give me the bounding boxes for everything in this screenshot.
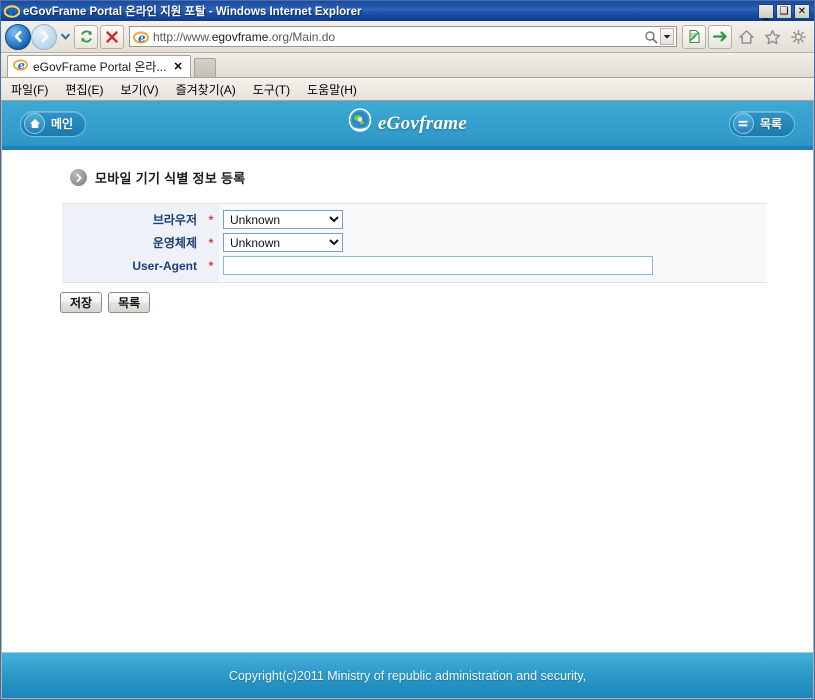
stop-icon [106, 30, 118, 43]
browser-label: 브라우저 [62, 203, 203, 231]
home-icon [738, 29, 754, 44]
address-search-button[interactable] [642, 30, 660, 44]
chevron-right-circle-icon [70, 169, 87, 186]
tab-close-icon[interactable]: ✕ [171, 60, 184, 73]
url-domain: egovframe [211, 29, 269, 44]
menu-item-help[interactable]: 도움말(H) [307, 81, 357, 98]
minimize-icon: _ [763, 6, 769, 20]
maximize-icon: ❑ [779, 5, 789, 17]
table-row: User-Agent * [62, 254, 767, 283]
url-path: .org/Main.do [268, 29, 336, 44]
os-field-cell: Unknown [219, 231, 767, 254]
window-controls: _ ❑ ✕ [758, 3, 812, 20]
main-button[interactable]: 메인 [20, 110, 87, 137]
history-dropdown-button[interactable] [59, 32, 72, 42]
menu-item-edit[interactable]: 편집(E) [65, 81, 103, 98]
forward-button[interactable] [31, 23, 57, 50]
main-button-label: 메인 [51, 117, 74, 131]
registration-form: 브라우저 * Unknown 운영체제 * Unknown User-Agent… [62, 203, 767, 283]
ie-logo-icon: e [3, 3, 21, 20]
page-favicon-icon: e [133, 29, 149, 45]
user-agent-label: User-Agent [62, 254, 203, 283]
list-button-secondary[interactable]: 목록 [108, 292, 151, 313]
site-footer: Copyright(c)2011 Ministry of republic ad… [2, 652, 813, 698]
new-tab-button[interactable] [193, 58, 216, 77]
home-icon [24, 113, 45, 134]
save-button[interactable]: 저장 [60, 292, 103, 313]
form-actions: 저장 목록 [60, 292, 813, 313]
tab-label: eGovFrame Portal 온라... [33, 60, 167, 74]
page-title-text: 모바일 기기 식별 정보 등록 [95, 171, 246, 186]
url-scheme: http://www. [153, 29, 212, 44]
os-required-marker: * [203, 231, 219, 254]
chevron-down-icon [60, 33, 71, 40]
table-row: 브라우저 * Unknown [62, 203, 767, 232]
svg-text:e: e [138, 31, 146, 45]
window-title: eGovFrame Portal 온라인 지원 포탈 - Windows Int… [23, 6, 362, 18]
tab-favicon-icon: e [13, 57, 28, 77]
maximize-button[interactable]: ❑ [776, 3, 792, 19]
page-content: 모바일 기기 식별 정보 등록 브라우저 * Unknown 운영체제 * Un… [2, 150, 813, 652]
home-button[interactable] [734, 25, 758, 49]
menu-item-view[interactable]: 보기(V) [120, 81, 158, 98]
user-agent-required-marker: * [203, 254, 219, 283]
browser-tab[interactable]: e eGovFrame Portal 온라... ✕ [7, 55, 191, 77]
refresh-button[interactable] [74, 24, 98, 49]
site-logo: eGovframe [333, 108, 483, 139]
page-viewport: 메인 eGovframe 목록 모바일 기기 식별 정보 등록 브라우저 * U… [1, 101, 814, 699]
site-logo-text: eGovframe [377, 112, 468, 134]
menu-lines-icon [732, 113, 754, 134]
copyright-text: Copyright(c)2011 Ministry of republic ad… [228, 668, 587, 683]
browser-select[interactable]: Unknown [223, 210, 343, 229]
gear-icon [790, 29, 806, 44]
close-icon: ✕ [797, 5, 807, 17]
site-header: 메인 eGovframe 목록 [2, 101, 813, 150]
user-agent-field-cell [219, 254, 767, 283]
page-title: 모바일 기기 식별 정보 등록 [70, 168, 813, 187]
browser-window: e eGovFrame Portal 온라인 지원 포탈 - Windows I… [0, 0, 815, 700]
menu-bar: 파일(F) 편집(E) 보기(V) 즐겨찾기(A) 도구(T) 도움말(H) [1, 78, 814, 101]
compatibility-view-button[interactable] [682, 24, 706, 49]
os-select[interactable]: Unknown [223, 233, 343, 252]
list-button[interactable]: 목록 [728, 110, 795, 137]
list-button-label: 목록 [759, 117, 782, 131]
go-arrow-icon [712, 31, 727, 42]
address-bar-text: http://www.egovframe.org/Main.do [153, 30, 642, 44]
os-label: 운영체제 [62, 231, 203, 254]
minimize-button[interactable]: _ [758, 3, 774, 20]
address-bar[interactable]: e http://www.egovframe.org/Main.do [129, 26, 677, 47]
forward-arrow-icon [41, 30, 48, 43]
svg-text:e: e [18, 58, 25, 72]
favorites-button[interactable] [760, 25, 784, 49]
navigation-toolbar: e http://www.egovframe.org/Main.do [1, 21, 814, 53]
svg-text:e: e [9, 5, 17, 19]
menu-item-favorites[interactable]: 즐겨찾기(A) [176, 81, 236, 98]
browser-field-cell: Unknown [219, 204, 767, 232]
go-button[interactable] [708, 24, 732, 49]
stop-button[interactable] [100, 24, 124, 49]
tab-strip: e eGovFrame Portal 온라... ✕ [1, 53, 814, 78]
title-bar: e eGovFrame Portal 온라인 지원 포탈 - Windows I… [1, 1, 814, 21]
globe-emblem-icon [348, 108, 372, 139]
chevron-down-icon [663, 34, 671, 39]
menu-item-tools[interactable]: 도구(T) [253, 81, 290, 98]
close-button[interactable]: ✕ [794, 3, 810, 19]
search-icon [645, 30, 658, 43]
compatibility-view-icon [688, 29, 700, 44]
star-icon [764, 29, 780, 44]
table-row: 운영체제 * Unknown [62, 231, 767, 254]
browser-required-marker: * [203, 203, 219, 231]
search-provider-dropdown[interactable] [660, 28, 674, 45]
tools-button[interactable] [786, 25, 810, 49]
menu-item-file[interactable]: 파일(F) [11, 81, 48, 98]
refresh-icon [80, 30, 92, 43]
back-button[interactable] [5, 23, 31, 50]
user-agent-input[interactable] [223, 256, 653, 275]
back-arrow-icon [14, 30, 21, 43]
